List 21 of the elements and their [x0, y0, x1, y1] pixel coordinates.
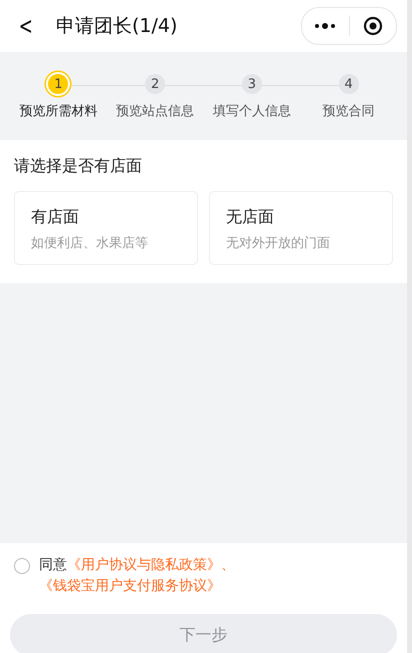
more-icon[interactable] — [314, 23, 336, 29]
option-subtitle: 无对外开放的门面 — [226, 235, 331, 252]
step-label: 预览所需材料 — [19, 103, 98, 120]
step-number: 2 — [145, 74, 166, 94]
step-number: 4 — [338, 74, 359, 94]
step-label: 预览合同 — [322, 103, 375, 120]
option-subtitle: 如便利店、水果店等 — [31, 235, 149, 252]
step-number: 1 — [46, 72, 70, 96]
agreement-text: 同意《用户协议与隐私政策》、 《钱袋宝用户支付服务协议》 — [39, 556, 236, 596]
option-card[interactable]: 有店面 如便利店、水果店等 — [14, 191, 198, 265]
back-button[interactable]: < — [16, 12, 34, 40]
agree-radio[interactable] — [14, 558, 30, 574]
step-number: 3 — [242, 74, 262, 94]
close-icon[interactable] — [362, 16, 383, 36]
step-label: 预览站点信息 — [116, 103, 194, 120]
option-card[interactable]: 无店面 无对外开放的门面 — [209, 191, 393, 265]
page-title: 申请团长(1/4) — [56, 14, 178, 39]
option-title: 无店面 — [226, 207, 275, 228]
question-text: 请选择是否有店面 — [14, 156, 143, 177]
option-title: 有店面 — [31, 207, 80, 228]
step-label: 填写个人信息 — [212, 103, 291, 120]
